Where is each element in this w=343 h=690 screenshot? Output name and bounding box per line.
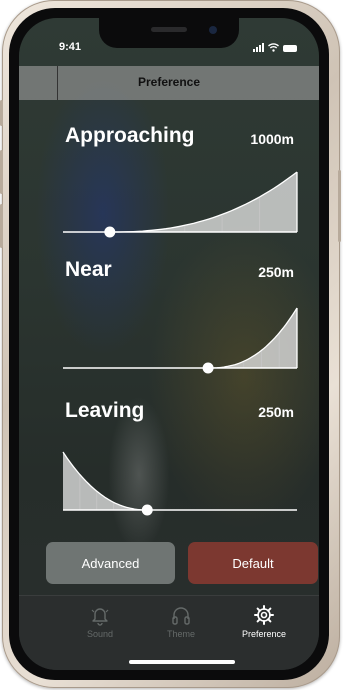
approaching-curve-slider[interactable] [63,170,298,240]
side-button [0,100,3,126]
slider-knob[interactable] [104,226,116,238]
zone-label-approaching: Approaching [65,124,195,147]
volume-up-button [0,150,3,194]
tab-theme[interactable]: Theme [141,604,221,639]
slider-knob[interactable] [141,504,153,516]
wifi-icon [268,43,279,52]
bell-icon [91,608,109,626]
notch [99,18,239,48]
zone-distance-leaving: 250m [258,404,294,420]
slider-knob[interactable] [202,362,214,374]
page-title: Preference [137,75,201,89]
headphones-icon [172,607,190,625]
power-button [338,170,341,242]
curve-area [63,452,148,510]
default-button[interactable]: Default [188,542,318,584]
curve-area [109,172,297,232]
advanced-button[interactable]: Advanced [46,542,175,584]
zone-label-near: Near [65,258,112,281]
tab-sound[interactable]: Sound [60,604,140,639]
status-icons [253,43,297,52]
home-indicator [129,660,235,664]
tab-preference[interactable]: Preference [224,604,304,639]
tab-preference-label: Preference [241,629,287,639]
curve-area [208,308,297,368]
zone-label-leaving: Leaving [65,399,145,422]
app-screen: 9:41 Preference Approaching 1000m Near 2… [19,18,319,670]
zone-distance-near: 250m [258,264,294,280]
near-curve-slider[interactable] [63,306,298,376]
tab-theme-label: Theme [166,629,195,639]
front-camera [209,26,217,34]
leaving-curve-slider[interactable] [62,448,297,518]
tab-sound-label: Sound [86,629,114,639]
status-time: 9:41 [59,41,82,53]
signal-icon [253,43,264,52]
gear-icon [254,605,274,625]
speaker-grille [151,27,187,32]
battery-icon [283,45,297,52]
tab-bar: Sound Theme Preference [19,595,319,670]
volume-down-button [0,204,3,248]
zone-distance-approaching: 1000m [250,131,294,147]
